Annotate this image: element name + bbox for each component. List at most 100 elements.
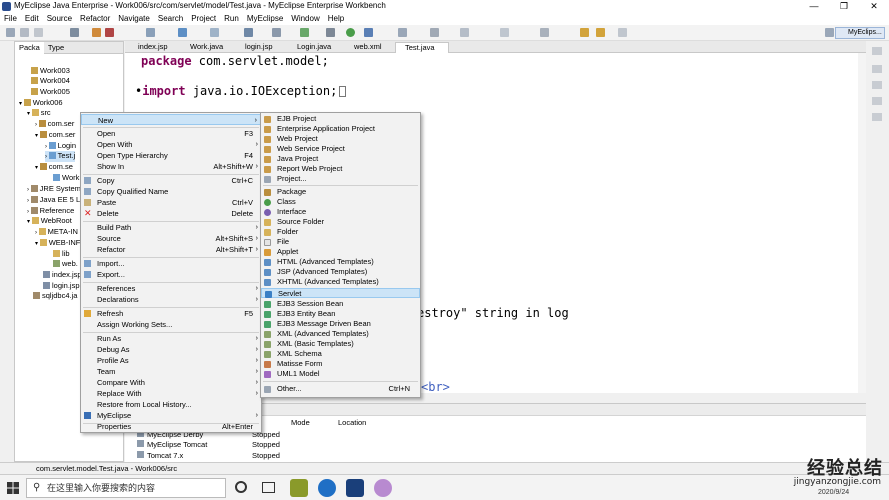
submenu-item-ejb3-message-driven-bean[interactable]: EJB3 Message Driven Bean (261, 319, 420, 329)
tree-item[interactable]: Work (53, 173, 79, 183)
edge-browser-icon[interactable] (318, 479, 336, 497)
debug-icon[interactable] (364, 28, 373, 37)
menu-item-debug-as[interactable]: Debug As › (81, 344, 261, 355)
menu-run[interactable]: Run (220, 13, 243, 25)
app-icon-green[interactable] (290, 479, 308, 497)
submenu-item-ejb3-session-bean[interactable]: EJB3 Session Bean (261, 299, 420, 309)
outline-icon[interactable] (872, 47, 882, 55)
db-icon[interactable] (244, 28, 253, 37)
tree-item[interactable]: lib (53, 249, 70, 259)
tree-item[interactable]: sqljdbc4.ja (33, 291, 77, 301)
tab-login-java[interactable]: Login.java (288, 42, 331, 53)
tree-item[interactable]: ▾ com.ser (35, 130, 75, 141)
tree-item[interactable]: › META-IN (35, 227, 78, 238)
tab-package-explorer[interactable]: Packa (15, 42, 44, 54)
edit-icon[interactable] (460, 28, 469, 37)
submenu-item-jsp[interactable]: JSP (Advanced Templates) (261, 267, 420, 277)
menu-item-myeclipse[interactable]: MyEclipse › (81, 410, 261, 421)
submenu-item-web-service-project[interactable]: Web Service Project (261, 144, 420, 154)
submenu-item-ejb-project[interactable]: EJB Project (261, 114, 420, 124)
view-icon[interactable] (872, 81, 882, 89)
menu-item-copy[interactable]: Copy Ctrl+C (81, 175, 261, 186)
view-icon[interactable] (872, 65, 882, 73)
menu-item-import[interactable]: Import... (81, 258, 261, 269)
menu-item-source[interactable]: Source Alt+Shift+S › (81, 233, 261, 244)
stop-icon[interactable] (105, 28, 114, 37)
minimize-button[interactable]: — (799, 0, 829, 13)
tree-item[interactable]: Work005 (31, 87, 70, 97)
submenu-item-project[interactable]: Project... (261, 174, 420, 184)
tab-login-jsp[interactable]: login.jsp (236, 42, 273, 53)
menu-item-refresh[interactable]: Refresh F5 (81, 308, 261, 319)
menu-window[interactable]: Window (287, 13, 323, 25)
view-icon[interactable] (872, 97, 882, 105)
tree-item[interactable]: › com.ser (35, 119, 74, 130)
open-perspective-icon[interactable] (825, 28, 834, 37)
menu-item-delete[interactable]: ✕ Delete Delete (81, 208, 261, 219)
menu-item-team[interactable]: Team › (81, 366, 261, 377)
browser-icon[interactable] (178, 28, 187, 37)
submenu-item-applet[interactable]: Applet (261, 247, 420, 257)
menu-file[interactable]: File (0, 13, 21, 25)
tree-item[interactable]: ▾ com.se (35, 162, 73, 173)
server-row[interactable]: MyEclipse Tomcat (137, 440, 207, 449)
submenu-item-file[interactable]: File (261, 237, 420, 247)
menu-item-build-path[interactable]: Build Path › (81, 222, 261, 233)
tab-index-jsp[interactable]: index.jsp (129, 42, 168, 53)
menu-item-profile-as[interactable]: Profile As › (81, 355, 261, 366)
menu-item-copy-qualified-name[interactable]: Copy Qualified Name (81, 186, 261, 197)
close-button[interactable]: ✕ (859, 0, 889, 13)
menu-item-properties[interactable]: Properties Alt+Enter (81, 421, 261, 432)
package-icon[interactable] (300, 28, 309, 37)
submenu-item-enterprise-application-project[interactable]: Enterprise Application Project (261, 124, 420, 134)
submenu-item-xml-basic[interactable]: XML (Basic Templates) (261, 339, 420, 349)
view-icon[interactable] (872, 113, 882, 121)
submenu-item-class[interactable]: Class (261, 197, 420, 207)
web-icon[interactable] (210, 28, 219, 37)
deploy-icon[interactable] (92, 28, 101, 37)
menu-myeclipse[interactable]: MyEclipse (243, 13, 287, 25)
menu-item-open-type-hierarchy[interactable]: Open Type Hierarchy F4 (81, 150, 261, 161)
submenu-item-package[interactable]: Package (261, 187, 420, 197)
submenu-item-ejb3-entity-bean[interactable]: EJB3 Entity Bean (261, 309, 420, 319)
tree-item[interactable]: › JRE System (27, 184, 81, 195)
menu-item-declarations[interactable]: Declarations › (81, 294, 261, 305)
menu-item-new[interactable]: New › (81, 114, 261, 125)
task-icon[interactable] (540, 28, 549, 37)
maximize-button[interactable]: ❐ (829, 0, 859, 13)
submenu-item-java-project[interactable]: Java Project (261, 154, 420, 164)
tree-item[interactable]: Work003 (31, 66, 70, 76)
print-icon[interactable] (34, 28, 43, 37)
menu-item-references[interactable]: References › (81, 283, 261, 294)
menu-item-replace-with[interactable]: Replace With › (81, 388, 261, 399)
submenu-item-xml-advanced[interactable]: XML (Advanced Templates) (261, 329, 420, 339)
cortana-icon[interactable] (235, 481, 247, 493)
menu-help[interactable]: Help (324, 13, 348, 25)
submenu-item-folder[interactable]: Folder (261, 227, 420, 237)
tree-item[interactable]: login.jsp (43, 281, 80, 291)
submenu-item-uml1-model[interactable]: UML1 Model (261, 369, 420, 379)
submenu-item-interface[interactable]: Interface (261, 207, 420, 217)
search-icon[interactable] (398, 28, 407, 37)
server-row[interactable]: Tomcat 7.x (137, 451, 183, 460)
menu-item-export[interactable]: Export... (81, 269, 261, 280)
menu-refactor[interactable]: Refactor (76, 13, 114, 25)
menu-search[interactable]: Search (154, 13, 187, 25)
myeclipse-taskbar-icon[interactable] (346, 479, 364, 497)
menu-item-open[interactable]: Open F3 (81, 128, 261, 139)
submenu-item-servlet[interactable]: Servlet (261, 288, 420, 298)
menu-item-restore-local-history[interactable]: Restore from Local History... (81, 399, 261, 410)
tab-work-java[interactable]: Work.java (181, 42, 223, 53)
console-icon[interactable] (326, 28, 335, 37)
menu-edit[interactable]: Edit (21, 13, 43, 25)
tree-item[interactable]: › Java EE 5 L (27, 195, 80, 206)
tree-item[interactable]: web. (53, 259, 78, 269)
submenu-item-source-folder[interactable]: Source Folder (261, 217, 420, 227)
windows-start-icon[interactable] (7, 482, 19, 494)
menu-item-assign-working-sets[interactable]: Assign Working Sets... (81, 319, 261, 330)
perspective-switcher[interactable]: MyEclips... (835, 27, 885, 39)
menu-item-compare-with[interactable]: Compare With › (81, 377, 261, 388)
editor-scrollbar[interactable] (858, 53, 866, 393)
submenu-item-report-web-project[interactable]: Report Web Project (261, 164, 420, 174)
submenu-item-xhtml[interactable]: XHTML (Advanced Templates) (261, 277, 420, 287)
